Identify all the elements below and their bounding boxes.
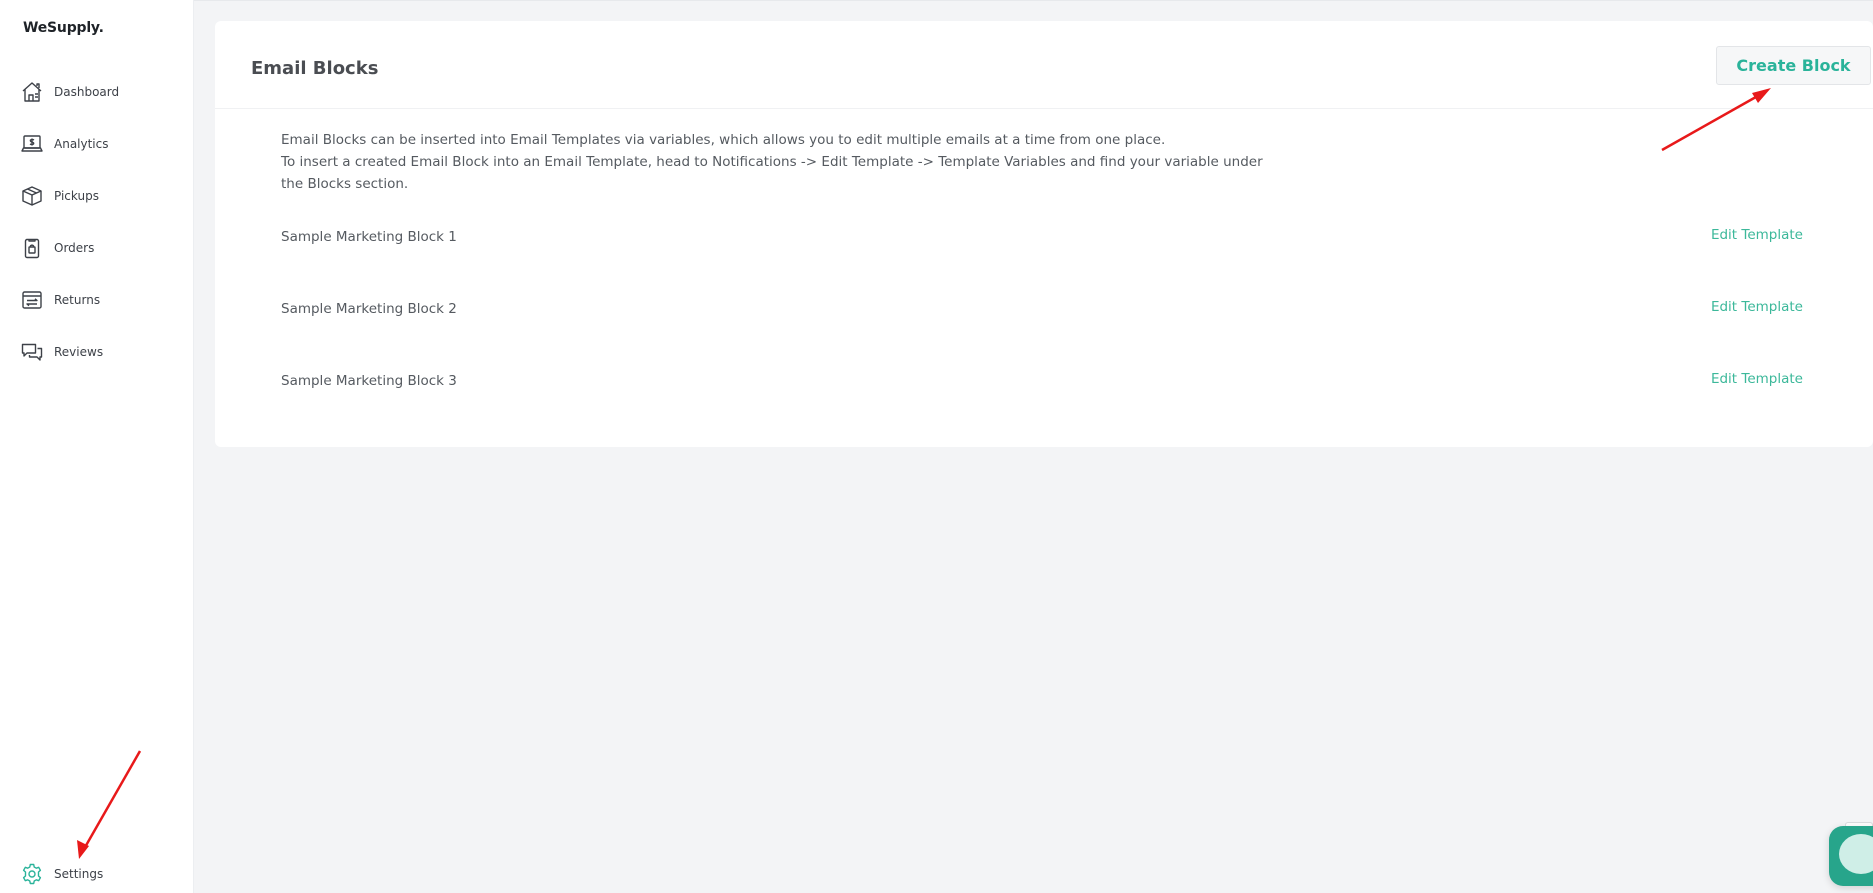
sidebar-item-analytics[interactable]: Analytics — [0, 118, 194, 170]
sidebar-item-returns[interactable]: Returns — [0, 274, 194, 326]
list-item: Sample Marketing Block 1 Edit Template — [281, 217, 1806, 257]
list-item: Sample Marketing Block 3 Edit Template — [281, 361, 1806, 401]
card-header: Email Blocks Create Block — [215, 21, 1873, 109]
block-name: Sample Marketing Block 1 — [281, 229, 457, 245]
sidebar-item-label: Analytics — [54, 137, 109, 151]
block-name: Sample Marketing Block 2 — [281, 301, 457, 317]
block-name: Sample Marketing Block 3 — [281, 373, 457, 389]
clipboard-bag-icon — [20, 236, 44, 260]
chat-bubbles-icon — [20, 340, 44, 364]
page-title: Email Blocks — [251, 58, 379, 79]
list-item: Sample Marketing Block 2 Edit Template — [281, 289, 1806, 329]
sidebar-item-label: Returns — [54, 293, 101, 307]
laptop-dollar-icon — [20, 132, 44, 156]
sidebar-item-reviews[interactable]: Reviews — [0, 326, 194, 378]
app-root: WeSupply. Dashboard Analytics Pickups Or… — [0, 0, 1873, 893]
sidebar-nav: Dashboard Analytics Pickups Orders Retur… — [0, 66, 194, 378]
edit-template-link[interactable]: Edit Template — [1711, 299, 1803, 315]
sidebar-item-label: Reviews — [54, 345, 104, 359]
sidebar-item-label: Orders — [54, 241, 95, 255]
chat-widget-button[interactable] — [1829, 826, 1873, 886]
sidebar: WeSupply. Dashboard Analytics Pickups Or… — [0, 0, 194, 893]
return-arrows-icon — [20, 288, 44, 312]
box-icon — [20, 184, 44, 208]
main-content: Email Blocks Create Block Email Blocks c… — [194, 0, 1873, 893]
description: Email Blocks can be inserted into Email … — [281, 129, 1263, 195]
sidebar-item-orders[interactable]: Orders — [0, 222, 194, 274]
sidebar-item-label: Settings — [54, 867, 104, 881]
sidebar-item-settings[interactable]: Settings — [0, 848, 194, 893]
description-line: To insert a created Email Block into an … — [281, 154, 1263, 170]
create-block-button[interactable]: Create Block — [1716, 46, 1871, 85]
brand-logo[interactable]: WeSupply. — [23, 20, 104, 36]
edit-template-link[interactable]: Edit Template — [1711, 371, 1803, 387]
edit-template-link[interactable]: Edit Template — [1711, 227, 1803, 243]
gear-icon — [20, 862, 44, 886]
sidebar-item-label: Pickups — [54, 189, 99, 203]
sidebar-item-dashboard[interactable]: Dashboard — [0, 66, 194, 118]
house-icon — [20, 80, 44, 104]
chat-icon — [1839, 834, 1873, 874]
description-line: Email Blocks can be inserted into Email … — [281, 132, 1166, 148]
sidebar-item-pickups[interactable]: Pickups — [0, 170, 194, 222]
email-blocks-card: Email Blocks Create Block Email Blocks c… — [215, 21, 1873, 447]
sidebar-item-label: Dashboard — [54, 85, 120, 99]
description-line: the Blocks section. — [281, 176, 409, 192]
